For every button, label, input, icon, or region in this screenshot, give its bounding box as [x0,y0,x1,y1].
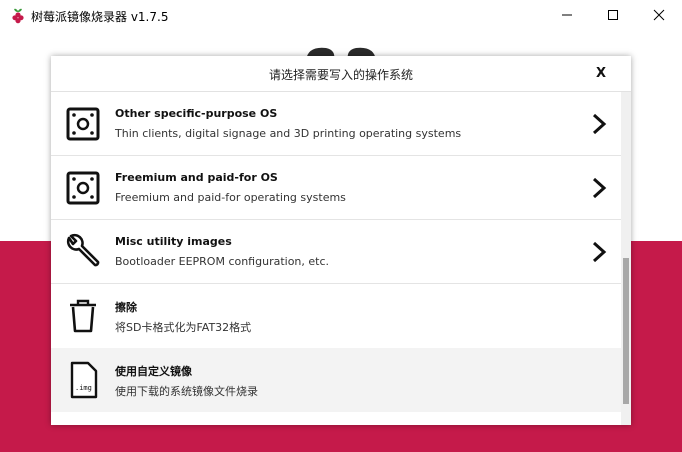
os-item-other-specific-purpose[interactable]: Other specific-purpose OS Thin clients, … [51,92,621,156]
os-item-name: 使用自定义镜像 [115,365,192,378]
os-item-name: 擦除 [115,301,137,314]
dialog-header: 请选择需要写入的操作系统 X [51,56,631,92]
os-item-misc-utility[interactable]: Misc utility images Bootloader EEPROM co… [51,220,621,284]
scrollbar[interactable] [621,92,631,425]
chevron-right-icon [592,113,607,135]
scrollbar-thumb[interactable] [623,258,629,404]
os-item-description: Freemium and paid-for operating systems [115,191,346,204]
os-item-description: 使用下载的系统镜像文件烧录 [115,385,258,398]
dialog-title: 请选择需要写入的操作系统 [268,68,413,82]
board-icon [66,107,100,141]
minimize-icon [562,14,572,16]
minimize-button[interactable] [544,0,590,30]
window-titlebar: 树莓派镜像烧录器 v1.7.5 [0,0,682,32]
chevron-right-icon [592,177,607,199]
img-file-icon: .img [70,361,98,399]
dialog-close-button[interactable]: X [591,64,611,84]
maximize-icon [608,10,618,20]
os-item-custom-image[interactable]: .img 使用自定义镜像 使用下载的系统镜像文件烧录 [51,348,621,412]
os-item-description: Thin clients, digital signage and 3D pri… [115,127,462,140]
os-item-name: Freemium and paid-for OS [115,171,278,184]
window-close-button[interactable] [636,0,682,30]
os-item-erase[interactable]: 擦除 将SD卡格式化为FAT32格式 [51,284,621,348]
trash-icon [70,299,96,333]
os-item-name: Misc utility images [115,235,232,248]
window-title: 树莓派镜像烧录器 v1.7.5 [31,10,169,24]
os-item-description: Bootloader EEPROM configuration, etc. [115,255,330,268]
board-icon [66,171,100,205]
os-item-freemium-paid[interactable]: Freemium and paid-for OS Freemium and pa… [51,156,621,220]
raspberry-pi-logo-icon [12,8,24,24]
os-item-name: Other specific-purpose OS [115,107,278,120]
file-badge-label: .img [75,384,92,392]
chevron-right-icon [592,241,607,263]
wrench-icon [66,233,100,267]
close-icon [653,9,665,21]
os-selection-dialog: 请选择需要写入的操作系统 X Other specific-purpose OS… [51,56,631,425]
maximize-button[interactable] [590,0,636,30]
os-item-description: 将SD卡格式化为FAT32格式 [115,321,252,334]
